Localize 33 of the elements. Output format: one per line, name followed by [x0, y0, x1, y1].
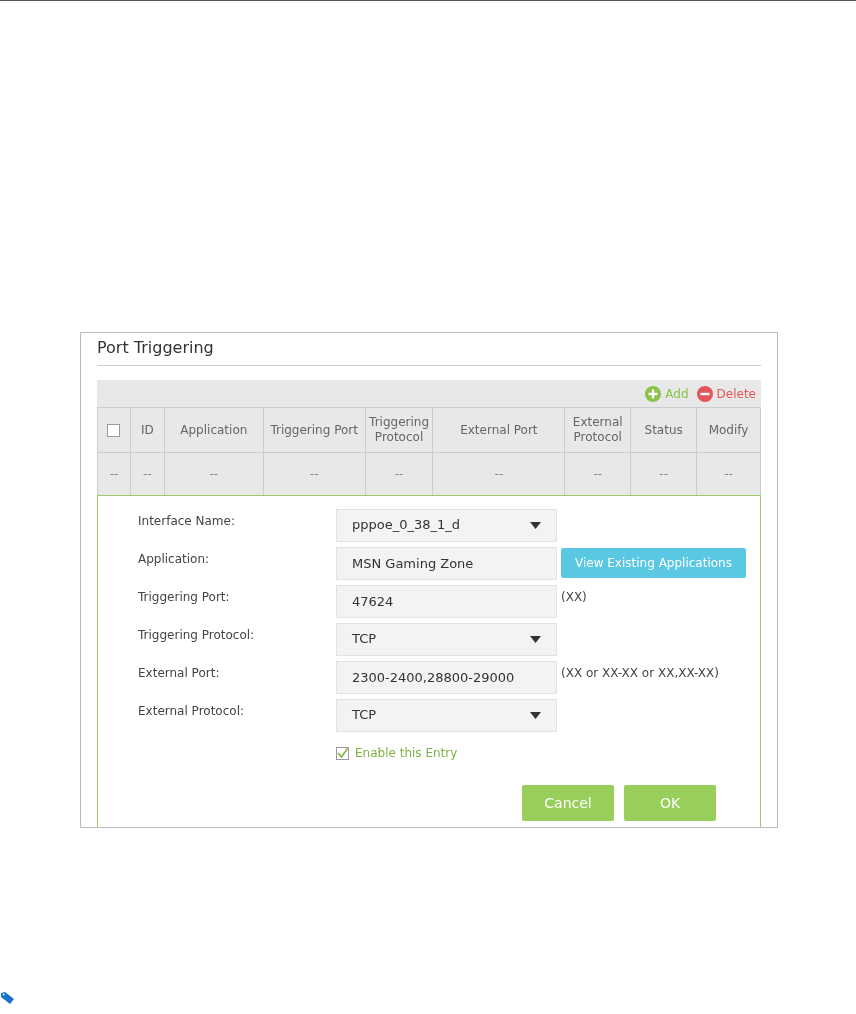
table-cell: -- — [263, 453, 366, 495]
dropdown-arrow-icon — [530, 635, 541, 643]
table-cell: -- — [130, 453, 165, 495]
field-label: Interface Name: — [138, 513, 236, 530]
table-cell: -- — [565, 453, 632, 495]
panel-title: Port Triggering — [97, 337, 214, 359]
checkbox[interactable] — [336, 746, 349, 760]
table-cell: -- — [433, 453, 566, 495]
field-label: Triggering Protocol: — [138, 627, 256, 644]
input-field[interactable]: 2300-2400,28800-29000 — [336, 660, 557, 694]
table-cell: -- — [365, 453, 434, 495]
dropdown[interactable]: TCP — [336, 622, 557, 656]
table-cell: -- — [697, 453, 761, 495]
input-field[interactable]: MSN Gaming Zone — [336, 546, 557, 580]
table-cell: -- — [97, 453, 131, 495]
checkbox-label: Enable this Entry — [355, 745, 458, 762]
field-label: External Port: — [138, 665, 221, 682]
input-field[interactable]: 47624 — [336, 584, 557, 618]
plus-icon — [645, 385, 662, 402]
dropdown[interactable]: TCP — [336, 698, 557, 732]
table-cell: -- — [164, 453, 264, 495]
field-label: Triggering Port: — [138, 589, 231, 606]
checkbox[interactable] — [107, 423, 121, 437]
dropdown-arrow-icon — [530, 521, 541, 529]
table-cell: -- — [631, 453, 698, 495]
minus-icon — [696, 385, 713, 402]
format-hint: (XX) — [561, 589, 587, 606]
dropdown-arrow-icon — [530, 711, 541, 719]
field-label: Application: — [138, 551, 211, 568]
checkmark-icon — [337, 747, 348, 759]
format-hint: (XX or XX-XX or XX,XX-XX) — [561, 665, 719, 682]
field-label: External Protocol: — [138, 703, 245, 720]
dropdown[interactable]: pppoe_0_38_1_d — [336, 508, 557, 542]
